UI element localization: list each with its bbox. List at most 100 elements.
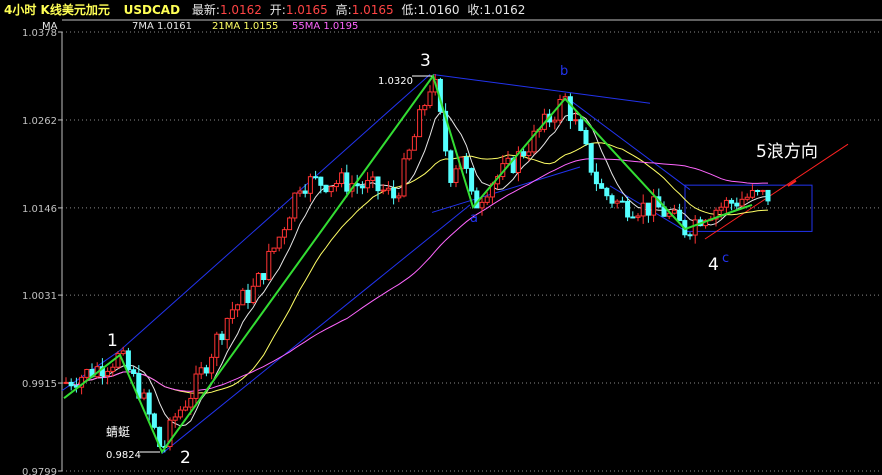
candle-body (266, 250, 272, 281)
candle-body (391, 187, 397, 199)
ma7-line (65, 111, 769, 427)
wave3-label: 3 (420, 51, 431, 71)
elliott-wave-line (63, 73, 753, 455)
high-label: 高: (335, 3, 352, 17)
wave-c-label: c (722, 251, 729, 266)
candle-body (625, 200, 631, 218)
channel-lines (61, 73, 849, 454)
candle-body (120, 350, 126, 355)
candle-body (573, 119, 579, 122)
candle-body (604, 187, 610, 197)
candle-body (287, 217, 293, 231)
candle-body (365, 179, 371, 189)
candle-body (328, 186, 334, 193)
candle-body (68, 381, 74, 387)
candle-body (588, 143, 594, 173)
ma-legend-name: MA (42, 21, 58, 32)
open-label: 开: (269, 3, 286, 17)
dragonfly-label: 蜻蜓 (106, 425, 130, 439)
candle-body (692, 219, 698, 236)
candle-body (339, 172, 345, 184)
candle-body (224, 317, 230, 341)
candle-body (755, 190, 761, 193)
candle-body (729, 199, 735, 204)
candle-body (380, 189, 386, 192)
candle-body (235, 304, 241, 311)
low-label: 低: (401, 3, 418, 17)
wave-lines (63, 73, 753, 455)
ma55-line (65, 158, 768, 392)
candle-body (671, 209, 677, 214)
candle-body (578, 119, 584, 131)
candle-body (744, 196, 750, 200)
candle-body (318, 176, 324, 186)
candle-body (630, 216, 636, 219)
candle-body (219, 333, 225, 341)
candle-body (313, 176, 319, 179)
candle-body (739, 198, 745, 207)
candle-body (521, 151, 527, 157)
candle-body (411, 136, 417, 151)
candle-body (307, 176, 313, 194)
chart-header: 4小时 K线美元加元 USDCAD 最新:1.0162 开:1.0165 高:1… (0, 0, 882, 20)
candle-body (255, 273, 261, 287)
candle-body (609, 195, 615, 204)
wave-b-label: b (560, 64, 568, 79)
candle-body (131, 369, 137, 375)
candle-body (396, 195, 402, 199)
candle-body (214, 333, 220, 358)
candle-body (63, 381, 69, 384)
candle-body (526, 151, 532, 157)
low-value: 1.0160 (417, 3, 460, 17)
candle-body (401, 158, 407, 197)
candle-body (677, 209, 683, 222)
candle-body (734, 202, 740, 207)
candle-body (651, 196, 657, 216)
candle-body (567, 96, 573, 122)
latest-label: 最新: (191, 3, 220, 17)
ma21-line (65, 142, 769, 394)
symbol: USDCAD (123, 3, 181, 17)
candle-body (619, 200, 625, 203)
wave-labels: 1 2 3 4 a b c 5浪方向蜻蜓 1.0320 0.9824 (106, 51, 818, 468)
candle-body (250, 285, 256, 304)
b-resistance-line (432, 73, 651, 104)
grid-lines (62, 31, 882, 472)
candle-body (749, 190, 755, 198)
candle-body (479, 201, 485, 209)
candle-body (141, 392, 147, 399)
y-tick-label: 1.0146 (22, 204, 57, 215)
candle-body (614, 200, 620, 204)
close-label: 收: (467, 3, 484, 17)
candle-body (448, 150, 454, 183)
chart-title: 4小时 K线美元加元 (4, 3, 110, 17)
open-value: 1.0165 (285, 3, 328, 17)
latest-value: 1.0162 (219, 3, 262, 17)
candle-body (635, 215, 641, 218)
candle-body (177, 409, 183, 418)
candle-body (193, 373, 199, 399)
candle-body (427, 91, 433, 107)
candle-body (240, 289, 246, 306)
candle-body (292, 192, 298, 219)
candle-body (125, 350, 131, 371)
candle-body (552, 119, 558, 123)
candle-body (484, 196, 490, 203)
candle-body (245, 289, 251, 304)
candle-body (276, 236, 282, 249)
y-tick-label: 0.9915 (22, 379, 57, 390)
candle-body (344, 172, 350, 192)
candle-body (172, 416, 178, 421)
candle-body (593, 171, 599, 185)
candle-body (198, 367, 204, 375)
candle-body (229, 309, 235, 319)
candle-body (297, 190, 303, 194)
candle-body (203, 367, 209, 374)
close-value: 1.0162 (483, 3, 526, 17)
candle-body (84, 368, 90, 378)
channel-upper-line (119, 74, 431, 351)
candle-body (406, 149, 412, 160)
candle-body (640, 202, 646, 217)
candle-body (469, 167, 475, 192)
candle-body (261, 273, 267, 281)
